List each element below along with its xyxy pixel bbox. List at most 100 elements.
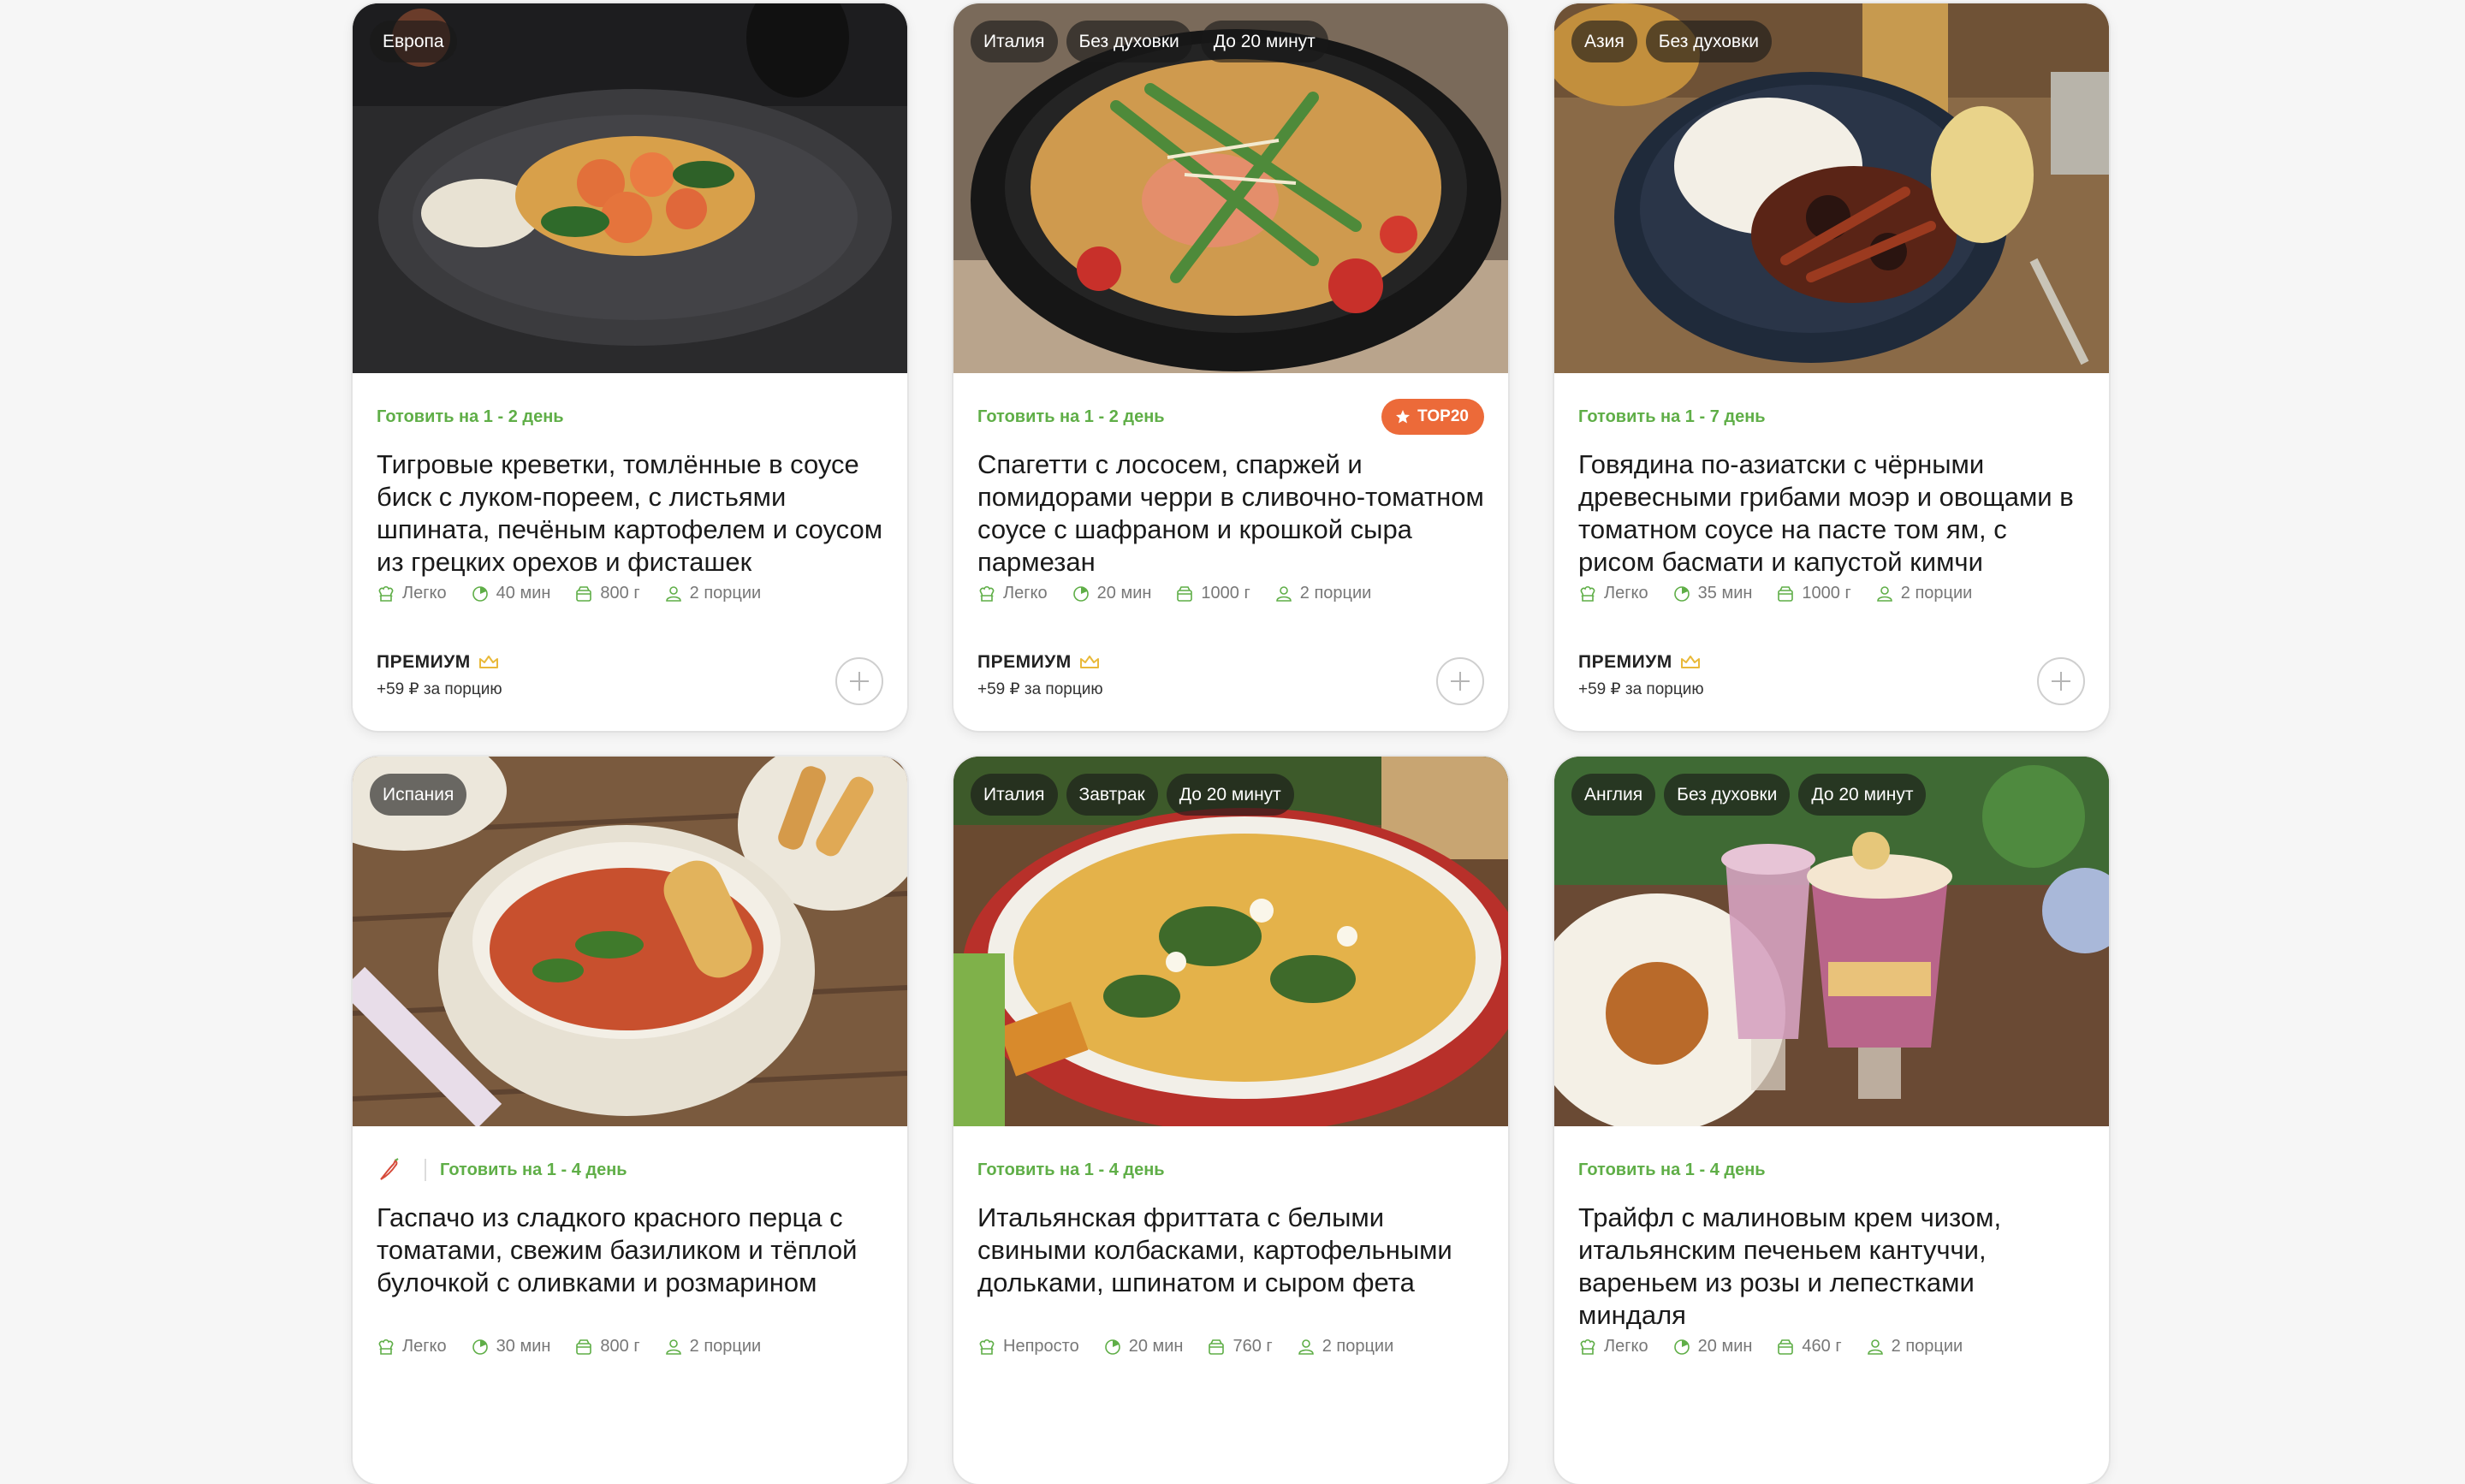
recipe-title[interactable]: Итальянская фриттата с белыми свиными ко… — [977, 1202, 1484, 1332]
portions: 2 порции — [664, 584, 762, 603]
clock-icon — [1104, 1339, 1120, 1355]
person-icon — [665, 585, 681, 602]
portions-label: 2 порции — [689, 584, 762, 603]
recipe-title[interactable]: Гаспачо из сладкого красного перца с том… — [377, 1202, 883, 1332]
difficulty: Легко — [1578, 1337, 1648, 1356]
recipe-meta: Легко 20 мин 460 г 2 порции — [1578, 1337, 2085, 1356]
weight: 1000 г — [1175, 584, 1250, 603]
person-icon — [1867, 1339, 1883, 1355]
tag-under-20-min[interactable]: До 20 минут — [1798, 774, 1927, 816]
tag-no-oven[interactable]: Без духовки — [1664, 774, 1791, 816]
recipe-meta: Непросто 20 мин 760 г 2 порции — [977, 1337, 1484, 1356]
star-icon — [1396, 410, 1411, 424]
badge-label: TOP20 — [1417, 407, 1469, 425]
weight-label: 1000 г — [1201, 584, 1250, 603]
recipe-photo[interactable]: Италия Завтрак До 20 минут — [953, 757, 1508, 1126]
recipe-title[interactable]: Тигровые креветки, томлённые в соусе бис… — [377, 448, 883, 579]
tag-under-20-min[interactable]: До 20 минут — [1200, 21, 1328, 62]
recipe-card[interactable]: Англия Без духовки До 20 минут Готовить … — [1554, 757, 2109, 1484]
portions: 2 порции — [1297, 1337, 1393, 1356]
recipe-photo[interactable]: Европа — [353, 3, 907, 373]
weight: 460 г — [1776, 1337, 1842, 1356]
weight-label: 760 г — [1232, 1337, 1273, 1356]
weight: 760 г — [1207, 1337, 1273, 1356]
person-icon — [1298, 1339, 1314, 1355]
premium-block: ПРЕМИУМ +59 ₽ за порцию — [377, 652, 502, 699]
tag-list: Испания — [370, 774, 467, 816]
recipe-meta: Легко 30 мин 800 г 2 порции — [377, 1337, 883, 1356]
cook-window: Готовить на 1 - 2 день — [377, 407, 564, 426]
recipe-card[interactable]: Италия Завтрак До 20 минут Готовить на 1… — [953, 757, 1508, 1484]
weight-label: 800 г — [600, 1337, 640, 1356]
tag-italy[interactable]: Италия — [971, 774, 1058, 816]
recipe-title[interactable]: Спагетти с лососем, спаржей и помидорами… — [977, 448, 1484, 579]
difficulty-label: Легко — [402, 1337, 447, 1356]
difficulty-label: Непросто — [1003, 1337, 1079, 1356]
tag-under-20-min[interactable]: До 20 минут — [1166, 774, 1294, 816]
tag-no-oven[interactable]: Без духовки — [1066, 21, 1192, 62]
add-to-cart-button[interactable] — [2037, 657, 2085, 705]
divider — [425, 1159, 426, 1181]
cook-time: 20 мин — [1072, 584, 1151, 603]
portions: 2 порции — [664, 1337, 761, 1356]
premium-label: ПРЕМИУМ — [977, 652, 1072, 672]
recipe-photo[interactable]: Испания — [353, 757, 907, 1126]
time-label: 30 мин — [496, 1337, 551, 1356]
recipe-grid: Европа Готовить на 1 - 2 день Тигровые к… — [353, 3, 2109, 1484]
portions-label: 2 порции — [1891, 1337, 1963, 1356]
cook-time: 20 мин — [1672, 1337, 1753, 1356]
top20-badge: TOP20 — [1381, 399, 1484, 435]
cook-window: Готовить на 1 - 7 день — [1578, 407, 1766, 426]
difficulty-label: Легко — [1003, 584, 1048, 603]
box-icon — [1778, 1339, 1794, 1355]
tag-list: Англия Без духовки До 20 минут — [1571, 774, 1927, 816]
portions-label: 2 порции — [1299, 584, 1372, 603]
tag-italy[interactable]: Италия — [971, 21, 1058, 62]
person-icon — [1876, 585, 1892, 602]
cook-time: 30 мин — [471, 1337, 551, 1356]
time-label: 20 мин — [1697, 1337, 1753, 1356]
recipe-photo[interactable]: Азия Без духовки — [1554, 3, 2109, 373]
chef-hat-icon — [979, 585, 995, 602]
crown-icon — [478, 656, 498, 668]
weight-label: 800 г — [600, 584, 640, 603]
recipe-title[interactable]: Говядина по-азиатски с чёрными древесным… — [1578, 448, 2085, 579]
chef-hat-icon — [1580, 1339, 1595, 1355]
difficulty-label: Легко — [402, 584, 447, 603]
recipe-card[interactable]: Италия Без духовки До 20 минут Готовить … — [953, 3, 1508, 731]
tag-spain[interactable]: Испания — [370, 774, 467, 816]
weight-label: 460 г — [1802, 1337, 1842, 1356]
box-icon — [576, 1339, 592, 1355]
tag-breakfast[interactable]: Завтрак — [1066, 774, 1158, 816]
cook-window: Готовить на 1 - 4 день — [977, 1160, 1165, 1179]
weight-label: 1000 г — [1802, 584, 1851, 603]
tag-asia[interactable]: Азия — [1571, 21, 1637, 62]
recipe-card[interactable]: Азия Без духовки Готовить на 1 - 7 день … — [1554, 3, 2109, 731]
difficulty: Легко — [1578, 584, 1648, 603]
recipe-photo[interactable]: Англия Без духовки До 20 минут — [1554, 757, 2109, 1126]
recipe-photo[interactable]: Италия Без духовки До 20 минут — [953, 3, 1508, 373]
chef-hat-icon — [979, 1339, 995, 1355]
recipe-card[interactable]: Европа Готовить на 1 - 2 день Тигровые к… — [353, 3, 907, 731]
cook-window: Готовить на 1 - 4 день — [440, 1160, 627, 1179]
tag-europe[interactable]: Европа — [370, 21, 457, 62]
recipe-title[interactable]: Трайфл с малиновым крем чизом, итальянск… — [1578, 1202, 2085, 1332]
recipe-meta: Легко 40 мин 800 г 2 порции — [377, 584, 883, 603]
difficulty: Легко — [377, 1337, 447, 1356]
premium-block: ПРЕМИУМ +59 ₽ за порцию — [977, 652, 1103, 699]
tag-england[interactable]: Англия — [1571, 774, 1656, 816]
add-to-cart-button[interactable] — [835, 657, 883, 705]
portions-label: 2 порции — [1900, 584, 1973, 603]
difficulty: Непросто — [977, 1337, 1079, 1356]
chef-hat-icon — [378, 1339, 394, 1355]
recipe-card[interactable]: Испания Готовить на 1 - 4 день Гаспачо и… — [353, 757, 907, 1484]
time-label: 35 мин — [1697, 584, 1753, 603]
clock-icon — [1673, 1339, 1690, 1355]
add-to-cart-button[interactable] — [1436, 657, 1484, 705]
weight: 800 г — [574, 584, 640, 603]
tag-no-oven[interactable]: Без духовки — [1645, 21, 1772, 62]
difficulty: Легко — [977, 584, 1048, 603]
premium-label: ПРЕМИУМ — [1578, 652, 1672, 672]
weight: 800 г — [574, 1337, 640, 1356]
cook-time: 20 мин — [1103, 1337, 1183, 1356]
